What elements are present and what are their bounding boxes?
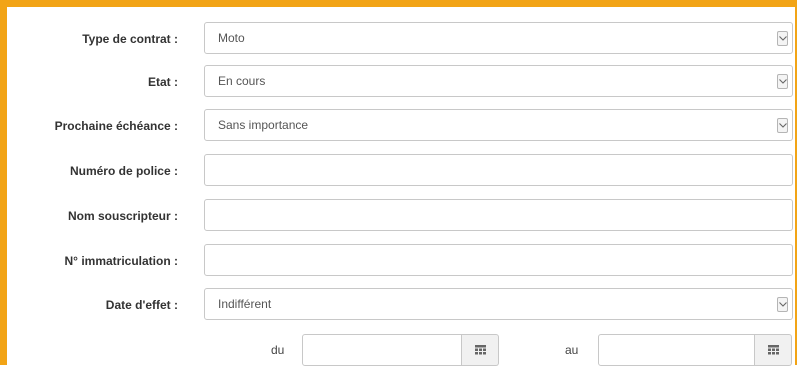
next-due-value: Sans importance bbox=[218, 118, 309, 132]
state-row: Etat : En cours bbox=[0, 65, 797, 99]
registration-input[interactable] bbox=[204, 244, 793, 276]
contract-type-select[interactable]: Moto bbox=[204, 22, 793, 54]
subscriber-name-row: Nom souscripteur : bbox=[0, 199, 797, 233]
chevron-down-icon bbox=[777, 74, 788, 89]
contract-type-row: Type de contrat : Moto bbox=[0, 22, 797, 56]
chevron-down-icon bbox=[777, 118, 788, 133]
effective-date-value: Indifférent bbox=[218, 297, 272, 311]
policy-number-input[interactable] bbox=[204, 154, 793, 186]
policy-number-row: Numéro de police : bbox=[0, 154, 797, 188]
date-from-calendar-button[interactable] bbox=[462, 334, 499, 366]
effective-date-row: Date d'effet : Indifférent bbox=[0, 288, 797, 322]
registration-label: N° immatriculation : bbox=[64, 254, 178, 268]
state-select[interactable]: En cours bbox=[204, 65, 793, 97]
subscriber-name-label: Nom souscripteur : bbox=[67, 209, 178, 223]
date-from-input[interactable] bbox=[302, 334, 462, 366]
policy-number-label: Numéro de police : bbox=[69, 164, 178, 178]
date-to-calendar-button[interactable] bbox=[755, 334, 792, 366]
subscriber-name-input[interactable] bbox=[204, 199, 793, 231]
date-to-input[interactable] bbox=[598, 334, 755, 366]
next-due-select[interactable]: Sans importance bbox=[204, 109, 793, 141]
state-value: En cours bbox=[218, 74, 266, 88]
next-due-row: Prochaine échéance : Sans importance bbox=[0, 109, 797, 143]
effective-date-select[interactable]: Indifférent bbox=[204, 288, 793, 320]
calendar-icon bbox=[475, 345, 486, 355]
calendar-icon bbox=[768, 345, 779, 355]
contract-type-value: Moto bbox=[218, 31, 245, 45]
date-range-row: du au bbox=[0, 333, 797, 367]
registration-row: N° immatriculation : bbox=[0, 244, 797, 278]
contract-type-label: Type de contrat : bbox=[82, 32, 178, 46]
chevron-down-icon bbox=[777, 297, 788, 312]
state-label: Etat : bbox=[148, 75, 178, 89]
next-due-label: Prochaine échéance : bbox=[54, 119, 178, 133]
chevron-down-icon bbox=[777, 31, 788, 46]
effective-date-label: Date d'effet : bbox=[105, 298, 178, 312]
date-to-label: au bbox=[565, 343, 579, 357]
date-from-label: du bbox=[271, 343, 285, 357]
